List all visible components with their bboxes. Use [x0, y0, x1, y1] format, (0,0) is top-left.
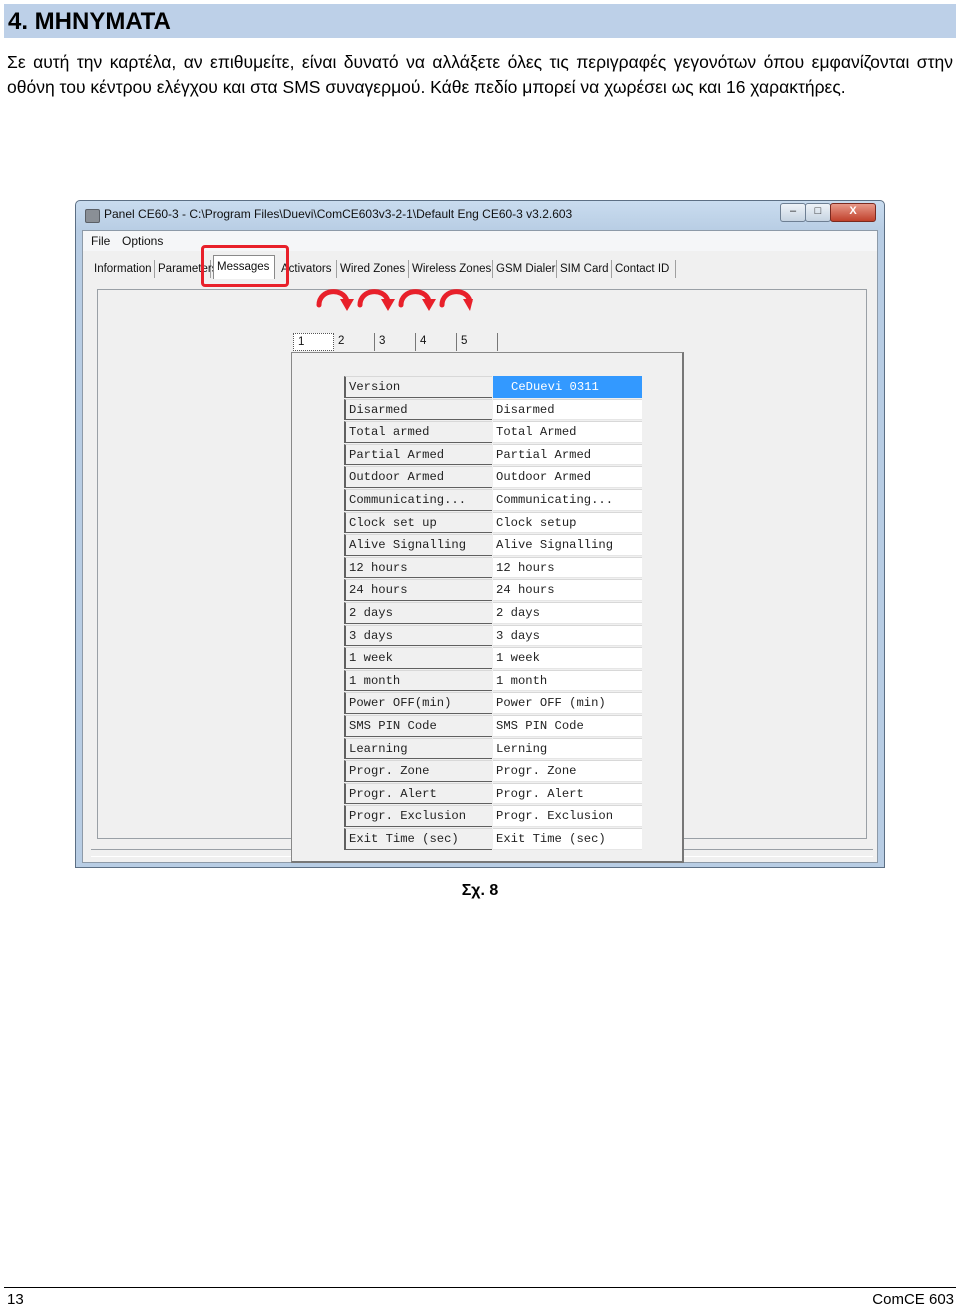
figure-caption: Σχ. 8: [461, 882, 499, 899]
tab-gsm-dialer[interactable]: GSM Dialer: [493, 260, 557, 278]
message-row: 1 month 1 month: [344, 669, 642, 693]
message-row: 24 hours 24 hours: [344, 579, 642, 602]
default-message-label: Disarmed: [344, 398, 492, 421]
custom-message-field[interactable]: 2 days: [493, 602, 642, 624]
default-message-label: Total armed: [344, 421, 492, 443]
window-title: Panel CE60-3 - C:\Program Files\Duevi\Co…: [104, 207, 573, 221]
page-sequence-arrows: [316, 289, 473, 311]
message-row: Disarmed Disarmed: [344, 398, 642, 422]
default-message-label: 24 hours: [344, 579, 492, 601]
message-row: Progr. Exclusion Progr. Exclusion: [344, 805, 642, 828]
message-row: Exit Time (sec) Exit Time (sec): [344, 828, 642, 851]
subtab-1[interactable]: 1: [293, 333, 334, 351]
minimize-button[interactable]: –: [780, 203, 806, 222]
menu-options[interactable]: Options: [122, 231, 163, 251]
message-row: Progr. Zone Progr. Zone: [344, 760, 642, 783]
maximize-button[interactable]: □: [805, 203, 831, 222]
message-row: SMS PIN Code SMS PIN Code: [344, 715, 642, 738]
tab-information[interactable]: Information: [91, 260, 155, 278]
messages-tab-highlight: [201, 245, 289, 287]
default-message-label: Outdoor Armed: [344, 466, 492, 488]
default-message-label: 3 days: [344, 624, 492, 647]
default-message-label: Communicating...: [344, 489, 492, 511]
page-number: 13: [7, 1291, 24, 1308]
custom-message-field[interactable]: CeDuevi 0311: [493, 376, 642, 398]
custom-message-field[interactable]: 24 hours: [493, 579, 642, 601]
intro-paragraph: Σε αυτή την καρτέλα, αν επιθυμείτε, είνα…: [7, 52, 953, 97]
default-message-label: Version: [344, 376, 492, 398]
message-row: 1 week 1 week: [344, 647, 642, 670]
close-button[interactable]: X: [830, 203, 876, 222]
default-message-label: Learning: [344, 737, 492, 760]
custom-message-field[interactable]: 1 week: [493, 647, 642, 669]
default-message-label: Progr. Zone: [344, 760, 492, 782]
footer-divider: [4, 1287, 956, 1288]
custom-message-field[interactable]: Partial Armed: [493, 443, 642, 466]
default-message-label: Exit Time (sec): [344, 828, 492, 850]
custom-message-field[interactable]: Progr. Exclusion: [493, 805, 642, 827]
tab-contact-id[interactable]: Contact ID: [612, 260, 676, 278]
message-row: Power OFF(min) Power OFF (min): [344, 692, 642, 715]
custom-message-field[interactable]: Disarmed: [493, 398, 642, 421]
tab-sim-card[interactable]: SIM Card: [557, 260, 612, 278]
subtab-3[interactable]: 3: [375, 333, 416, 351]
tab-wired-zones[interactable]: Wired Zones: [337, 260, 409, 278]
messages-grid: Version CeDuevi 0311 Disarmed Disarmed Total…: [291, 352, 684, 863]
custom-message-field[interactable]: Clock setup: [493, 511, 642, 534]
default-message-label: 1 month: [344, 669, 492, 692]
message-row: Communicating... Communicating...: [344, 489, 642, 512]
default-message-label: 2 days: [344, 602, 492, 624]
custom-message-field[interactable]: 3 days: [493, 624, 642, 647]
default-message-label: 12 hours: [344, 556, 492, 579]
default-message-label: SMS PIN Code: [344, 715, 492, 737]
default-message-label: Progr. Exclusion: [344, 805, 492, 827]
default-message-label: Alive Signalling: [344, 534, 492, 556]
message-row: Alive Signalling Alive Signalling: [344, 534, 642, 557]
message-row: 2 days 2 days: [344, 602, 642, 625]
app-window-screenshot: Panel CE60-3 - C:\Program Files\Duevi\Co…: [75, 200, 885, 868]
default-message-label: Partial Armed: [344, 443, 492, 466]
subtab-2[interactable]: 2: [334, 333, 375, 351]
message-row: Version CeDuevi 0311: [344, 376, 642, 399]
subtab-4[interactable]: 4: [416, 333, 457, 351]
message-row: Progr. Alert Progr. Alert: [344, 782, 642, 806]
message-row: 12 hours 12 hours: [344, 556, 642, 580]
default-message-label: 1 week: [344, 647, 492, 669]
message-row: Total armed Total Armed: [344, 421, 642, 444]
custom-message-field[interactable]: 12 hours: [493, 556, 642, 579]
custom-message-field[interactable]: Progr. Alert: [493, 782, 642, 805]
custom-message-field[interactable]: Communicating...: [493, 489, 642, 511]
custom-message-field[interactable]: 1 month: [493, 669, 642, 692]
custom-message-field[interactable]: Exit Time (sec): [493, 828, 642, 850]
tab-wireless-zones[interactable]: Wireless Zones: [409, 260, 493, 278]
menu-file[interactable]: File: [91, 231, 110, 251]
message-row: Clock set up Clock setup: [344, 511, 642, 535]
default-message-label: Clock set up: [344, 511, 492, 534]
custom-message-field[interactable]: Power OFF (min): [493, 692, 642, 714]
custom-message-field[interactable]: SMS PIN Code: [493, 715, 642, 737]
custom-message-field[interactable]: Lerning: [493, 737, 642, 760]
document-name: ComCE 603: [872, 1291, 954, 1308]
message-row: Partial Armed Partial Armed: [344, 443, 642, 467]
subtab-5[interactable]: 5: [457, 333, 498, 351]
custom-message-field[interactable]: Alive Signalling: [493, 534, 642, 556]
message-row: Outdoor Armed Outdoor Armed: [344, 466, 642, 489]
window-client-area: File Options Information Parameters Mess…: [82, 230, 878, 863]
app-icon: [85, 209, 100, 223]
section-heading: 4. ΜΗΝΥΜΑΤΑ: [4, 4, 956, 38]
message-row: 3 days 3 days: [344, 624, 642, 648]
default-message-label: Progr. Alert: [344, 782, 492, 805]
custom-message-field[interactable]: Outdoor Armed: [493, 466, 642, 488]
message-row: Learning Lerning: [344, 737, 642, 761]
custom-message-field[interactable]: Progr. Zone: [493, 760, 642, 782]
default-message-label: Power OFF(min): [344, 692, 492, 714]
custom-message-field[interactable]: Total Armed: [493, 421, 642, 443]
